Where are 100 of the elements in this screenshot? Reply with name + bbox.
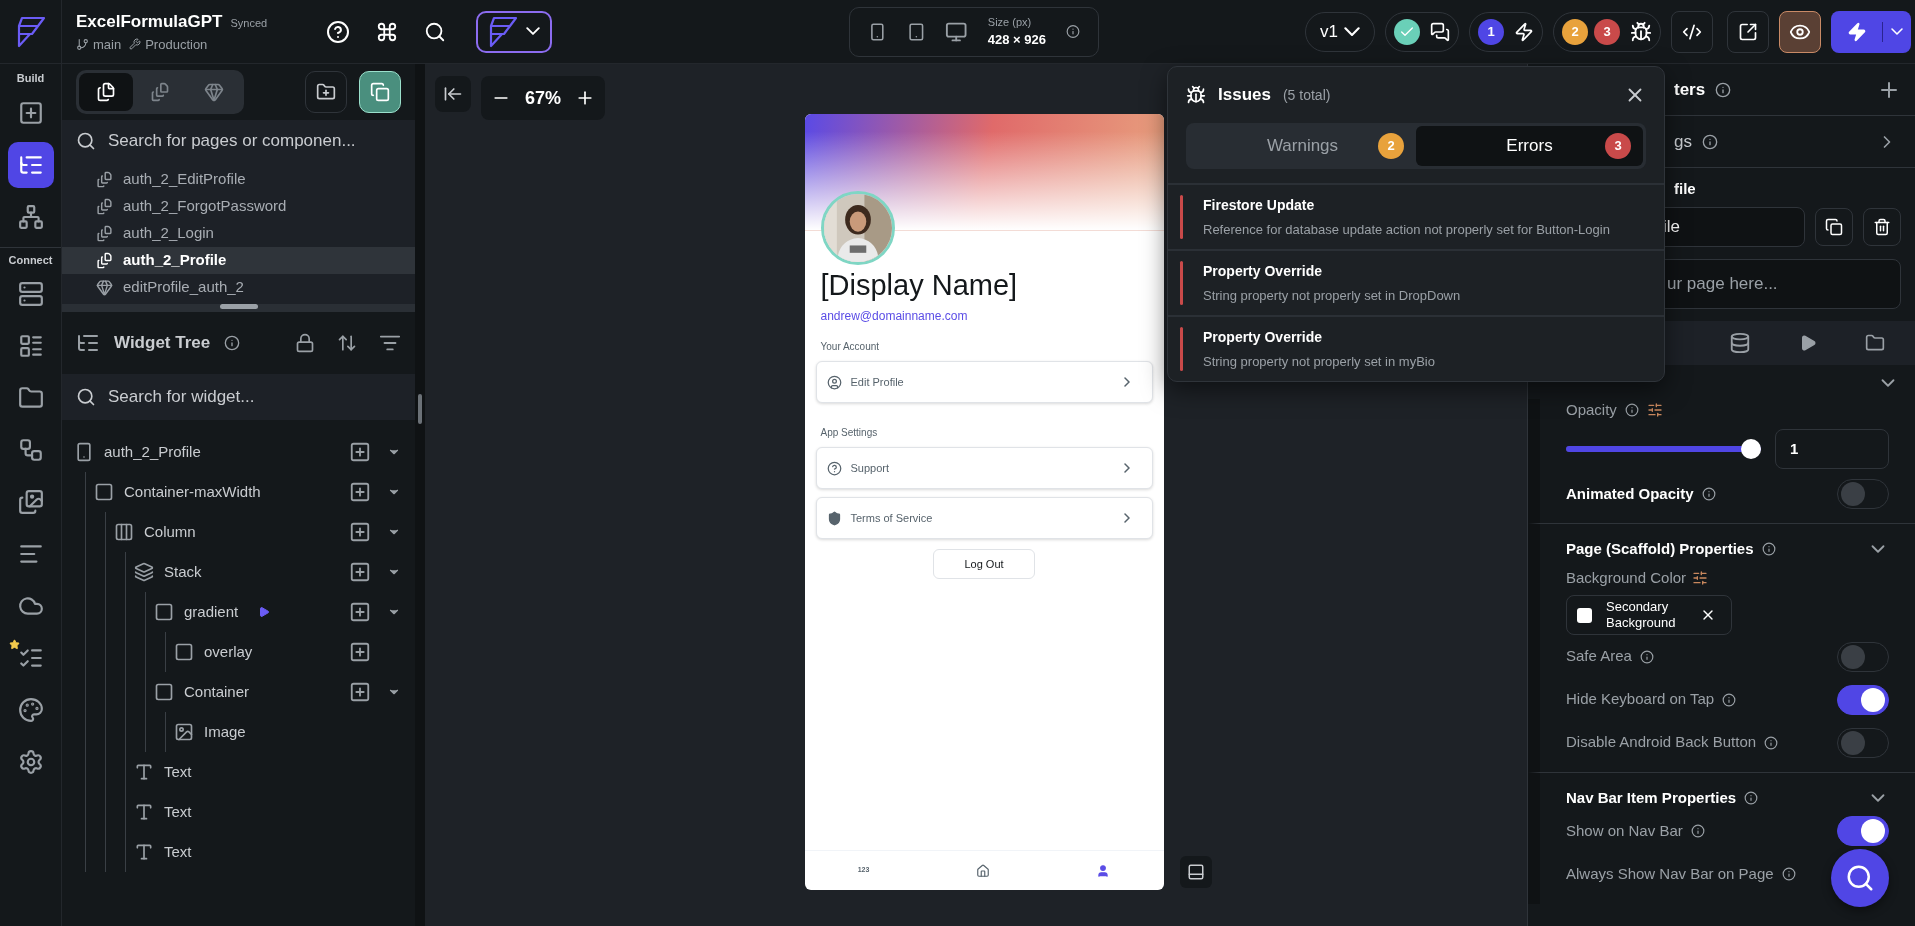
- add-widget-icon[interactable]: [349, 481, 371, 503]
- property-label: Disable Android Back Button: [1566, 732, 1757, 753]
- search-icon[interactable]: [424, 20, 446, 43]
- add-widget-icon[interactable]: [349, 521, 371, 543]
- info-icon[interactable]: [1639, 649, 1654, 664]
- add-widget-icon[interactable]: [349, 601, 371, 623]
- add-widget-icon[interactable]: [349, 561, 371, 583]
- variable-icon[interactable]: [1646, 401, 1663, 418]
- lock-icon[interactable]: [295, 333, 315, 353]
- settings-row[interactable]: Support: [815, 447, 1153, 490]
- issues-tab[interactable]: Warnings 2: [1189, 126, 1416, 166]
- page-list-item[interactable]: auth_2_Login: [62, 220, 415, 247]
- environment-name[interactable]: Production: [145, 34, 208, 54]
- chevron-right-icon: [1123, 377, 1130, 388]
- tree-item[interactable]: Text: [126, 752, 371, 792]
- tree-item[interactable]: Text: [126, 832, 371, 872]
- info-icon[interactable]: [1761, 542, 1776, 557]
- expand-icon[interactable]: [337, 333, 357, 353]
- tree-item[interactable]: Container-maxWidth: [86, 472, 349, 512]
- issue-item[interactable]: Firestore Update Reference for database update action not properly set for Button-Login: [1168, 183, 1664, 249]
- collapse-panel-button[interactable]: [435, 76, 471, 112]
- info-icon[interactable]: [1066, 24, 1080, 39]
- delete-button[interactable]: [1863, 207, 1901, 246]
- add-widget-icon[interactable]: [349, 641, 371, 663]
- play-icon[interactable]: [1799, 333, 1817, 352]
- info-icon[interactable]: [1744, 791, 1759, 806]
- tree-item[interactable]: auth_2_Profile: [66, 432, 349, 472]
- tree-item[interactable]: gradient: [146, 592, 349, 632]
- info-icon[interactable]: [1715, 81, 1732, 98]
- add-page-button[interactable]: [359, 71, 401, 113]
- settings-row[interactable]: Terms of Service: [815, 497, 1153, 540]
- folder-icon[interactable]: [1865, 332, 1885, 353]
- folder-plus-icon: [316, 82, 336, 102]
- resize-handle[interactable]: [219, 304, 258, 309]
- opacity-field[interactable]: 1: [1775, 429, 1889, 469]
- command-icon[interactable]: [376, 20, 398, 43]
- info-icon[interactable]: [1781, 867, 1796, 881]
- panel-toggle-button[interactable]: [1179, 856, 1212, 888]
- info-icon[interactable]: [1690, 824, 1705, 838]
- new-folder-button[interactable]: [305, 71, 347, 113]
- toggle-switch[interactable]: [1837, 684, 1889, 715]
- logout-button[interactable]: Log Out: [933, 549, 1035, 580]
- info-icon[interactable]: [1764, 735, 1779, 750]
- external-link-icon: [1738, 21, 1758, 42]
- info-icon[interactable]: [1701, 487, 1716, 501]
- run-button[interactable]: [1831, 10, 1911, 53]
- ai-agent-button[interactable]: [476, 10, 552, 53]
- tree-item[interactable]: overlay: [166, 632, 349, 672]
- branch-name[interactable]: main: [93, 34, 122, 54]
- issues-tab[interactable]: Errors 3: [1416, 126, 1643, 166]
- issue-title: Property Override: [1203, 328, 1324, 347]
- info-icon[interactable]: [224, 335, 241, 351]
- tree-item[interactable]: Stack: [126, 552, 349, 592]
- variable-icon[interactable]: [1692, 569, 1709, 586]
- add-widget-icon[interactable]: [349, 681, 371, 703]
- search-field[interactable]: Search for widget...: [62, 374, 415, 420]
- page-list-item[interactable]: auth_2_Profile: [62, 247, 415, 274]
- home-icon[interactable]: [975, 863, 990, 878]
- open-external-button[interactable]: [1727, 10, 1769, 53]
- issue-item[interactable]: Property Override String property not properly set in myBio: [1168, 315, 1664, 381]
- issue-item[interactable]: Property Override String property not properly set in DropDown: [1168, 249, 1664, 315]
- property-label: Background Color: [1566, 567, 1687, 588]
- opacity-slider[interactable]: [1566, 439, 1761, 459]
- scrollbar-thumb[interactable]: [418, 394, 422, 424]
- toggle-switch[interactable]: [1837, 816, 1889, 846]
- wrench-icon: [129, 38, 142, 51]
- toggle-switch[interactable]: [1837, 727, 1889, 758]
- info-icon[interactable]: [1624, 402, 1639, 417]
- database-icon[interactable]: [1729, 331, 1751, 354]
- device-icon[interactable]: [906, 21, 926, 42]
- rail-button[interactable]: [7, 141, 54, 188]
- property-label: Animated Opacity: [1566, 483, 1694, 504]
- panel-tab[interactable]: [79, 73, 133, 111]
- tree-item[interactable]: Column: [106, 512, 349, 552]
- toggle-switch[interactable]: [1837, 641, 1889, 672]
- page-list-item[interactable]: auth_2_EditProfile: [62, 166, 415, 193]
- page-list-item[interactable]: auth_2_ForgotPassword: [62, 193, 415, 220]
- page-list-item[interactable]: editProfile_auth_2: [62, 274, 415, 301]
- code-button[interactable]: [1671, 10, 1713, 53]
- logo-icon: [15, 14, 46, 49]
- person-icon[interactable]: [1096, 863, 1111, 878]
- files-icon: [96, 82, 116, 102]
- count-badge: 1: [1478, 18, 1504, 45]
- copy-button[interactable]: [1815, 207, 1853, 246]
- collapse-icon: [443, 84, 463, 104]
- bug-icon: [1630, 20, 1652, 43]
- device-icon[interactable]: [868, 21, 887, 42]
- info-icon[interactable]: [1701, 133, 1718, 150]
- color-picker[interactable]: Secondary Background: [1566, 595, 1732, 635]
- tree-item[interactable]: Container: [146, 672, 349, 712]
- help-icon[interactable]: [326, 19, 350, 44]
- info-icon[interactable]: [1722, 692, 1737, 707]
- issue-total: (5 total): [1282, 85, 1331, 105]
- search-field[interactable]: Search for pages or componen...: [62, 120, 415, 162]
- preview-button[interactable]: [1779, 10, 1821, 53]
- tree-item[interactable]: Text: [126, 792, 371, 832]
- tree-item[interactable]: Image: [166, 712, 371, 752]
- add-widget-icon[interactable]: [349, 441, 371, 463]
- settings-row[interactable]: Edit Profile: [815, 361, 1153, 404]
- toggle-switch[interactable]: [1837, 479, 1889, 509]
